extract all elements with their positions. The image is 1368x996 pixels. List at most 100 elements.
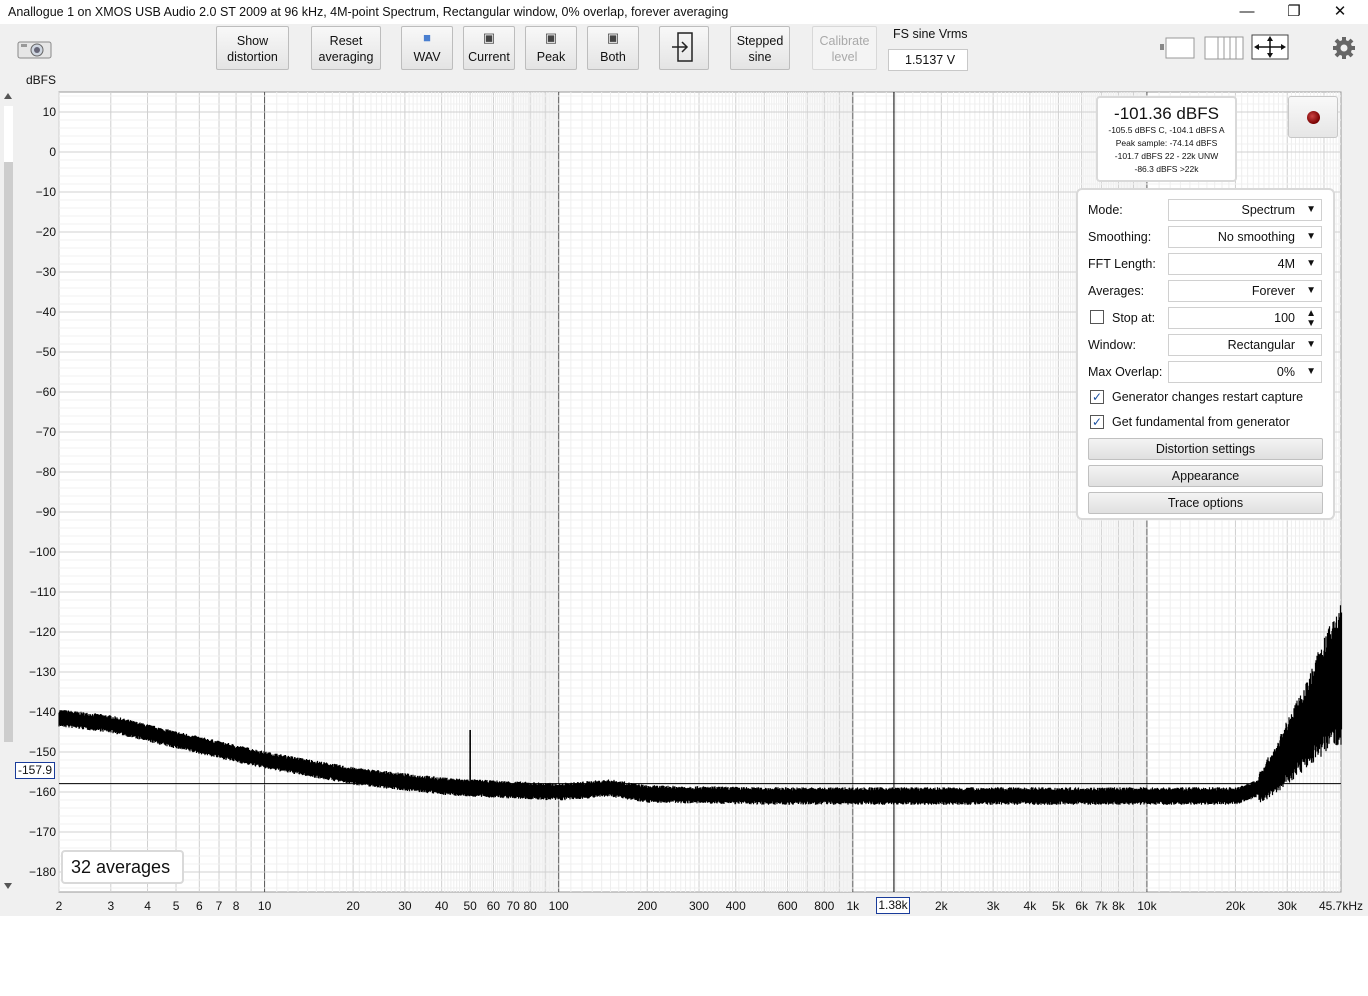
y-tick-label: −30 <box>36 265 57 279</box>
x-tick-label: 7k <box>1095 899 1109 913</box>
chevron-down-icon: ▼ <box>1306 204 1316 215</box>
x-tick-label: 60 <box>487 899 501 913</box>
fft-length-row: FFT Length: 4M ▼ <box>1088 253 1324 275</box>
x-tick-label: 40 <box>435 899 449 913</box>
window-row: Window: Rectangular ▼ <box>1088 334 1324 356</box>
window-value: Rectangular <box>1227 338 1295 352</box>
averages-label: Averages: <box>1088 284 1145 298</box>
level-readout: -101.36 dBFS -105.5 dBFS C, -104.1 dBFS … <box>1096 96 1237 182</box>
readout-line-2: Peak sample: -74.14 dBFS <box>1115 138 1218 148</box>
fft-length-select[interactable]: 4M ▼ <box>1168 253 1322 275</box>
x-tick-label: 45.7kHz <box>1319 899 1363 913</box>
y-tick-label: −160 <box>29 785 56 799</box>
x-tick-label: 5k <box>1052 899 1066 913</box>
y-tick-label: 10 <box>43 105 57 119</box>
max-overlap-row: Max Overlap: 0% ▼ <box>1088 361 1324 383</box>
chevron-down-icon: ▼ <box>1306 231 1316 242</box>
fundamental-label: Get fundamental from generator <box>1112 415 1290 429</box>
y-tick-label: −80 <box>36 465 57 479</box>
chevron-down-icon: ▼ <box>1306 258 1316 269</box>
x-tick-label: 600 <box>778 899 798 913</box>
y-tick-label: −50 <box>36 345 57 359</box>
x-tick-label: 2k <box>935 899 949 913</box>
stop-at-checkbox[interactable] <box>1090 310 1104 324</box>
x-tick-label: 30 <box>398 899 412 913</box>
y-tick-label: −180 <box>29 865 56 879</box>
x-tick-label: 8k <box>1112 899 1126 913</box>
x-tick-label: 30k <box>1278 899 1298 913</box>
y-tick-label: −170 <box>29 825 56 839</box>
smoothing-label: Smoothing: <box>1088 230 1152 244</box>
averages-count: 32 averages <box>61 850 184 884</box>
x-tick-label: 100 <box>549 899 569 913</box>
record-icon <box>1307 111 1320 124</box>
record-button[interactable] <box>1288 96 1338 138</box>
cursor-y-value[interactable]: -157.9 <box>15 762 55 779</box>
y-tick-label: −130 <box>29 665 56 679</box>
fft-length-value: 4M <box>1277 257 1295 271</box>
max-overlap-select[interactable]: 0% ▼ <box>1168 361 1322 383</box>
y-tick-label: −90 <box>36 505 57 519</box>
generator-restart-label: Generator changes restart capture <box>1112 390 1304 404</box>
x-tick-label: 200 <box>637 899 657 913</box>
x-tick-label: 80 <box>524 899 538 913</box>
spinner-arrows-icon[interactable]: ▲ ▼ <box>1306 309 1316 329</box>
x-tick-label: 400 <box>726 899 746 913</box>
distortion-settings-button[interactable]: Distortion settings <box>1088 438 1323 460</box>
averages-value: Forever <box>1251 284 1295 298</box>
fundamental-checkbox[interactable]: ✓ <box>1090 415 1104 429</box>
x-tick-label: 3 <box>107 899 114 913</box>
x-tick-label: 70 <box>506 899 520 913</box>
smoothing-row: Smoothing: No smoothing ▼ <box>1088 226 1324 248</box>
mode-select[interactable]: Spectrum ▼ <box>1168 199 1322 221</box>
x-tick-label: 7 <box>216 899 223 913</box>
x-tick-label: 4k <box>1024 899 1038 913</box>
x-tick-label: 50 <box>463 899 477 913</box>
appearance-button[interactable]: Appearance <box>1088 465 1323 487</box>
x-tick-label: 20k <box>1226 899 1246 913</box>
trace-options-button[interactable]: Trace options <box>1088 492 1323 514</box>
y-tick-label: −110 <box>30 585 56 599</box>
readout-line-3: -101.7 dBFS 22 - 22k UNW <box>1114 151 1219 161</box>
mode-label: Mode: <box>1088 203 1123 217</box>
x-tick-label: 4 <box>144 899 151 913</box>
window-label: Window: <box>1088 338 1136 352</box>
fundamental-row: ✓ Get fundamental from generator <box>1088 412 1324 434</box>
max-overlap-value: 0% <box>1276 365 1295 379</box>
spectrum-settings-panel: Mode: Spectrum ▼ Smoothing: No smoothing ▼… <box>1076 188 1335 520</box>
readout-main: -101.36 dBFS <box>1114 104 1219 123</box>
averages-select[interactable]: Forever ▼ <box>1168 280 1322 302</box>
smoothing-value: No smoothing <box>1217 230 1295 244</box>
x-tick-label: 3k <box>987 899 1001 913</box>
x-tick-label: 8 <box>233 899 240 913</box>
mode-value: Spectrum <box>1241 203 1296 217</box>
stop-at-row: Stop at: 100 ▲ ▼ <box>1088 307 1324 329</box>
y-tick-label: −100 <box>29 545 56 559</box>
generator-restart-checkbox[interactable]: ✓ <box>1090 390 1104 404</box>
y-tick-label: −20 <box>36 225 57 239</box>
y-tick-label: −150 <box>29 745 56 759</box>
y-tick-label: −40 <box>36 305 57 319</box>
y-tick-label: 0 <box>49 145 56 159</box>
y-tick-label: −120 <box>29 625 56 639</box>
x-tick-label: 10 <box>258 899 272 913</box>
stop-at-value: 100 <box>1274 311 1295 325</box>
x-tick-label: 300 <box>689 899 709 913</box>
stop-at-spinbox[interactable]: 100 ▲ ▼ <box>1168 307 1322 329</box>
mode-row: Mode: Spectrum ▼ <box>1088 199 1324 221</box>
x-tick-label: 2 <box>56 899 63 913</box>
averages-row: Averages: Forever ▼ <box>1088 280 1324 302</box>
chevron-down-icon: ▼ <box>1306 285 1316 296</box>
x-tick-label: 6k <box>1075 899 1089 913</box>
x-tick-label: 1k <box>846 899 860 913</box>
chevron-down-icon: ▼ <box>1306 339 1316 350</box>
x-tick-label: 20 <box>346 899 360 913</box>
fft-length-label: FFT Length: <box>1088 257 1156 271</box>
x-tick-label: 6 <box>196 899 203 913</box>
smoothing-select[interactable]: No smoothing ▼ <box>1168 226 1322 248</box>
cursor-x-value[interactable]: 1.38k <box>876 897 910 914</box>
chevron-down-icon: ▼ <box>1306 366 1316 377</box>
readout-line-4: -86.3 dBFS >22k <box>1134 164 1199 174</box>
x-tick-label: 5 <box>173 899 180 913</box>
window-select[interactable]: Rectangular ▼ <box>1168 334 1322 356</box>
